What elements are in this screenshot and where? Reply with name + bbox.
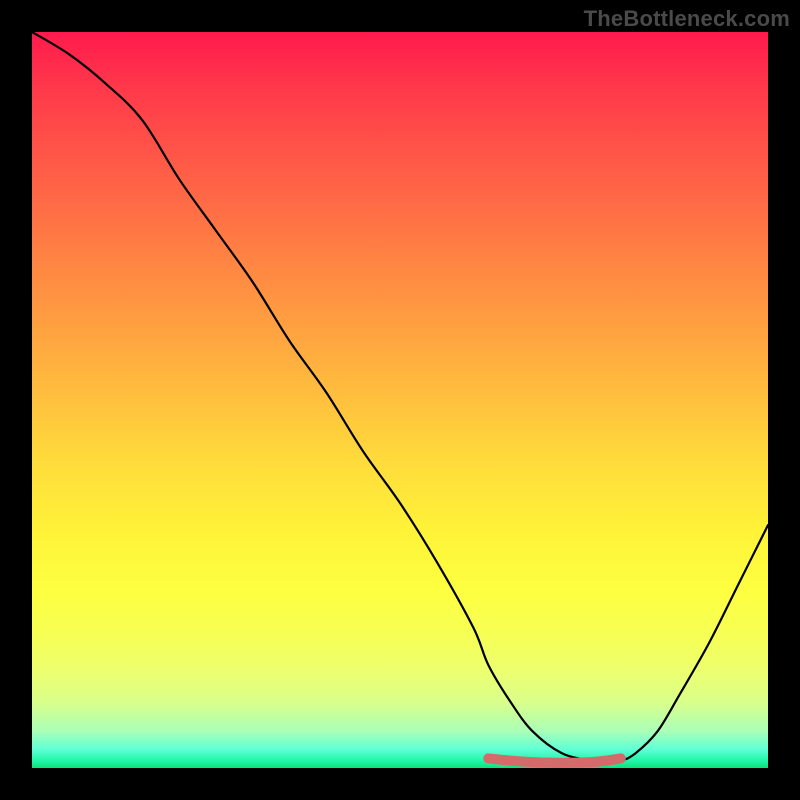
watermark-text: TheBottleneck.com bbox=[584, 6, 790, 32]
plot-area bbox=[32, 32, 768, 768]
optimal-band bbox=[488, 758, 620, 762]
chart-frame: TheBottleneck.com bbox=[0, 0, 800, 800]
bottleneck-curve bbox=[32, 32, 768, 761]
chart-svg bbox=[32, 32, 768, 768]
